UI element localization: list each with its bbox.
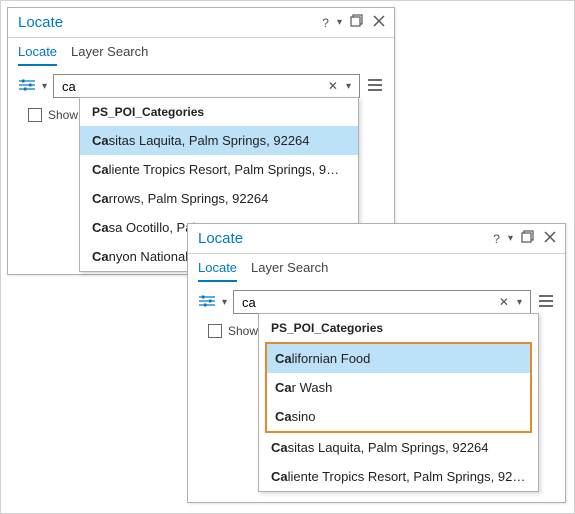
title-bar: Locate ? ▾ <box>188 224 565 254</box>
suggestion-item[interactable]: Car Wash <box>267 373 530 402</box>
search-input[interactable] <box>60 78 324 95</box>
panel-title: Locate <box>18 14 322 31</box>
search-box: ✕ ▾ <box>53 74 360 98</box>
suggestions-header: PS_POI_Categories <box>259 314 538 342</box>
restore-icon[interactable] <box>521 230 535 247</box>
restore-icon[interactable] <box>350 14 364 31</box>
suggestion-item[interactable]: Caliente Tropics Resort, Palm Springs, 9… <box>80 155 358 184</box>
menu-icon[interactable] <box>537 294 555 311</box>
filter-dropdown-icon[interactable]: ▾ <box>222 297 227 308</box>
clear-icon[interactable]: ✕ <box>495 295 513 309</box>
suggestion-item[interactable]: Caliente Tropics Resort, Palm Springs, 9… <box>259 462 538 491</box>
suggestions-header: PS_POI_Categories <box>80 98 358 126</box>
close-icon[interactable] <box>372 14 386 31</box>
suggestion-item[interactable]: Californian Food <box>267 344 530 373</box>
tab-layer-search[interactable]: Layer Search <box>251 260 328 282</box>
search-dropdown-icon[interactable]: ▾ <box>342 81 355 92</box>
suggestion-item[interactable]: Carrows, Palm Springs, 92264 <box>80 184 358 213</box>
filter-settings-icon[interactable] <box>198 294 216 311</box>
filter-dropdown-icon[interactable]: ▾ <box>42 81 47 92</box>
suggestion-item[interactable]: Casino <box>267 402 530 431</box>
search-input[interactable] <box>240 294 495 311</box>
show-label: Show <box>48 108 78 122</box>
tab-row: Locate Layer Search <box>188 254 565 282</box>
help-icon[interactable]: ? <box>322 16 329 30</box>
search-dropdown-icon[interactable]: ▾ <box>513 297 526 308</box>
collapse-icon[interactable]: ▾ <box>337 17 342 28</box>
close-icon[interactable] <box>543 230 557 247</box>
grouped-suggestions: Californian FoodCar WashCasino <box>265 342 532 433</box>
tab-layer-search[interactable]: Layer Search <box>71 44 148 66</box>
show-checkbox[interactable] <box>208 324 222 338</box>
collapse-icon[interactable]: ▾ <box>508 233 513 244</box>
help-icon[interactable]: ? <box>493 232 500 246</box>
tab-locate[interactable]: Locate <box>198 260 237 282</box>
tab-row: Locate Layer Search <box>8 38 394 66</box>
title-icons: ? ▾ <box>322 14 386 31</box>
filter-settings-icon[interactable] <box>18 78 36 95</box>
tab-locate[interactable]: Locate <box>18 44 57 66</box>
suggestion-item[interactable]: Casitas Laquita, Palm Springs, 92264 <box>80 126 358 155</box>
search-box: ✕ ▾ <box>233 290 531 314</box>
suggestions-popup-b: PS_POI_Categories Californian FoodCar Wa… <box>258 313 539 492</box>
suggestion-list: Casitas Laquita, Palm Springs, 92264Cali… <box>259 433 538 491</box>
suggestion-item[interactable]: Casitas Laquita, Palm Springs, 92264 <box>259 433 538 462</box>
clear-icon[interactable]: ✕ <box>324 79 342 93</box>
menu-icon[interactable] <box>366 78 384 95</box>
panel-title: Locate <box>198 230 493 247</box>
title-icons: ? ▾ <box>493 230 557 247</box>
show-checkbox[interactable] <box>28 108 42 122</box>
title-bar: Locate ? ▾ <box>8 8 394 38</box>
show-label: Show <box>228 324 258 338</box>
